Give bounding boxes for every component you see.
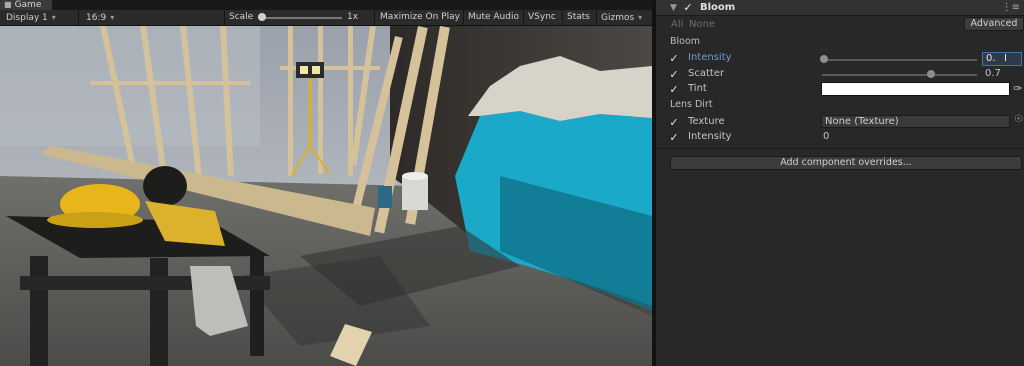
gizmos-dropdown[interactable]: Gizmos (601, 10, 642, 25)
none-button[interactable]: None (689, 19, 715, 30)
intensity-override-checkbox[interactable]: ✓ (669, 52, 679, 65)
aspect-dropdown[interactable]: 16:9 (86, 10, 216, 25)
game-toolbar: Display 1 16:9 Scale 1x Maximize On Play… (0, 10, 652, 26)
add-component-overrides-button[interactable]: Add component overrides... (670, 156, 1022, 170)
scale-slider[interactable] (258, 17, 342, 19)
intensity-slider[interactable] (822, 59, 977, 61)
advanced-button[interactable]: Advanced (964, 17, 1024, 31)
texture-field-value: None (Texture) (825, 116, 899, 127)
intensity-label: Intensity (688, 52, 732, 63)
scale-value: 1x (347, 12, 359, 22)
game-tab[interactable]: ■ Game (0, 0, 52, 10)
intensity-field-value: 0. (986, 53, 996, 64)
tint-label: Tint (688, 83, 707, 94)
bloom-component-header[interactable]: ▼ ✓ Bloom ⋮≡ (656, 0, 1024, 16)
gizmos-label: Gizmos (601, 13, 635, 23)
game-view-panel: ■Game Display 1 16:9 Scale 1x Maximize O… (0, 0, 652, 366)
inspector-panel: ▼ ✓ Bloom ⋮≡ All None Advanced Bloom ✓ I… (656, 0, 1024, 366)
game-viewport[interactable] (0, 26, 652, 366)
aspect-dropdown-label: 16:9 (86, 13, 107, 23)
vsync-toggle[interactable]: VSync (528, 10, 556, 25)
checkmark-icon: ✓ (669, 68, 679, 81)
stats-toggle[interactable]: Stats (567, 10, 590, 25)
dirt-intensity-value[interactable]: 0 (823, 131, 829, 142)
intensity-field[interactable]: 0. I (982, 52, 1022, 66)
checkmark-icon: ✓ (669, 83, 679, 96)
mute-audio-toggle[interactable]: Mute Audio (468, 10, 519, 25)
component-menu-icon[interactable]: ⋮≡ (1002, 2, 1020, 13)
scale-slider-knob[interactable] (258, 13, 266, 21)
scatter-override-checkbox[interactable]: ✓ (669, 68, 679, 81)
inspector-divider (656, 148, 1024, 149)
dirt-intensity-label: Intensity (688, 131, 732, 142)
intensity-slider-knob[interactable] (820, 55, 828, 63)
display-dropdown-label: Display 1 (6, 13, 48, 23)
text-cursor-icon: I (1004, 53, 1007, 64)
texture-override-checkbox[interactable]: ✓ (669, 116, 679, 129)
eyedropper-icon[interactable]: ✑ (1013, 82, 1022, 95)
fold-arrow-icon[interactable]: ▼ (670, 3, 677, 13)
all-button[interactable]: All (671, 19, 683, 30)
tint-color-field[interactable] (821, 82, 1010, 96)
checkmark-icon: ✓ (669, 116, 679, 129)
section-bloom: Bloom (670, 36, 701, 47)
tint-override-checkbox[interactable]: ✓ (669, 83, 679, 96)
texture-object-field[interactable]: None (Texture) (821, 115, 1010, 128)
scatter-label: Scatter (688, 68, 725, 79)
scatter-slider[interactable] (822, 74, 977, 76)
bloom-enabled-checkbox[interactable]: ✓ (683, 1, 693, 14)
scatter-slider-knob[interactable] (926, 70, 935, 78)
display-dropdown[interactable]: Display 1 (6, 10, 72, 25)
object-picker-icon[interactable]: ☉ (1014, 114, 1023, 125)
dirt-intensity-override-checkbox[interactable]: ✓ (669, 131, 679, 144)
section-lens-dirt: Lens Dirt (670, 99, 713, 110)
component-title: Bloom (700, 2, 736, 13)
checkmark-icon: ✓ (669, 131, 679, 144)
checkmark-icon: ✓ (669, 52, 679, 65)
checkmark-icon: ✓ (683, 1, 693, 14)
game-controller-icon: ■ (4, 0, 12, 9)
game-tab-bar: ■ Game (0, 0, 652, 10)
maximize-on-play-toggle[interactable]: Maximize On Play (380, 10, 460, 25)
scene-render (0, 26, 652, 366)
scatter-value[interactable]: 0.7 (985, 68, 1001, 79)
texture-label: Texture (688, 116, 725, 127)
scale-label: Scale (229, 12, 254, 22)
game-tab-label: Game (14, 0, 42, 10)
